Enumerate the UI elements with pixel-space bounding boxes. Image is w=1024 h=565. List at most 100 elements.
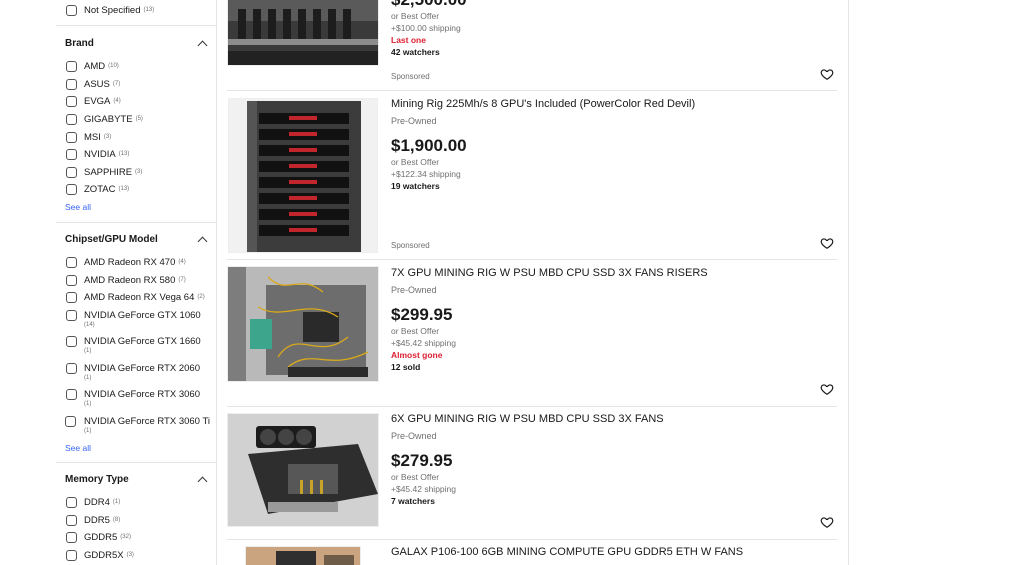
checkbox-icon[interactable] bbox=[65, 131, 77, 143]
listing-item[interactable]: GALAX P106-100 6GB MINING COMPUTE GPU GD… bbox=[227, 540, 837, 565]
checkbox-icon[interactable] bbox=[65, 309, 77, 321]
listing-title[interactable]: 6X GPU MINING RIG W PSU MBD CPU SSD 3X F… bbox=[391, 413, 664, 425]
filter-option-gddr5x[interactable]: GDDR5X (3) bbox=[65, 547, 134, 563]
filter-option-not-specified[interactable]: Not Specified (13) bbox=[65, 2, 154, 18]
sponsored-label: Sponsored bbox=[391, 241, 430, 250]
filter-option-ddr4[interactable]: DDR4 (1) bbox=[65, 494, 120, 510]
chevron-up-icon[interactable] bbox=[197, 40, 208, 50]
checkbox-icon[interactable] bbox=[65, 256, 77, 268]
checkbox-icon[interactable] bbox=[65, 531, 77, 543]
brand-see-all-link[interactable]: See all bbox=[65, 202, 91, 212]
checkbox-icon[interactable] bbox=[65, 4, 77, 16]
watchers-text: 42 watchers bbox=[391, 47, 440, 57]
checkbox-icon[interactable] bbox=[65, 362, 77, 374]
listing-title[interactable]: GALAX P106-100 6GB MINING COMPUTE GPU GD… bbox=[391, 546, 743, 558]
checkbox-icon[interactable] bbox=[65, 183, 77, 195]
filter-option-gtx-1660[interactable]: NVIDIA GeForce GTX 1660 bbox=[65, 333, 201, 349]
listing-price: $1,900.00 bbox=[391, 136, 467, 155]
listing-thumbnail[interactable] bbox=[227, 0, 379, 66]
checkbox-icon[interactable] bbox=[65, 496, 77, 508]
listing-thumbnail[interactable] bbox=[227, 413, 379, 527]
listing-item[interactable]: Mining Rig 225Mh/s 8 GPU's Included (Pow… bbox=[227, 91, 837, 259]
listing-item[interactable]: $2,500.00 or Best Offer +$100.00 shippin… bbox=[227, 0, 837, 90]
chevron-up-icon[interactable] bbox=[197, 476, 208, 486]
filter-option-evga[interactable]: EVGA (4) bbox=[65, 93, 121, 109]
filter-count: (13) bbox=[118, 186, 130, 192]
filter-label: NVIDIA GeForce RTX 3060 Ti bbox=[83, 415, 210, 427]
listing-title[interactable]: Mining Rig 225Mh/s 8 GPU's Included (Pow… bbox=[391, 98, 695, 110]
filter-option-amd[interactable]: AMD (10) bbox=[65, 58, 119, 74]
chevron-up-icon[interactable] bbox=[197, 236, 208, 246]
filter-label: AMD Radeon RX 470 bbox=[84, 256, 176, 268]
watchers-text: 7 watchers bbox=[391, 496, 435, 506]
listing-thumbnail[interactable] bbox=[228, 98, 378, 253]
listing-info: 6X GPU MINING RIG W PSU MBD CPU SSD 3X F… bbox=[391, 413, 664, 506]
filter-option-rx-470[interactable]: AMD Radeon RX 470 (4) bbox=[65, 254, 186, 270]
filter-option-asus[interactable]: ASUS (7) bbox=[65, 76, 120, 92]
listing-thumbnail[interactable] bbox=[227, 266, 379, 382]
listing-thumbnail[interactable] bbox=[245, 546, 361, 565]
checkbox-icon[interactable] bbox=[65, 415, 77, 427]
filter-option-rx-580[interactable]: AMD Radeon RX 580 (7) bbox=[65, 272, 186, 288]
checkbox-icon[interactable] bbox=[65, 78, 77, 90]
checkbox-icon[interactable] bbox=[65, 274, 77, 286]
heart-icon[interactable] bbox=[820, 382, 834, 396]
listing-info: $2,500.00 or Best Offer +$100.00 shippin… bbox=[391, 0, 467, 57]
filter-label: GDDR5 bbox=[84, 531, 118, 543]
mining-rig-image bbox=[228, 0, 378, 65]
checkbox-icon[interactable] bbox=[65, 148, 77, 160]
filter-option-rtx-3060[interactable]: NVIDIA GeForce RTX 3060 bbox=[65, 386, 200, 402]
listing-info: Mining Rig 225Mh/s 8 GPU's Included (Pow… bbox=[391, 98, 695, 191]
filter-option-rtx-2060[interactable]: NVIDIA GeForce RTX 2060 bbox=[65, 360, 200, 376]
filter-count: (14) bbox=[84, 322, 95, 328]
best-offer-text: or Best Offer bbox=[391, 326, 440, 336]
filter-label: NVIDIA GeForce RTX 3060 bbox=[84, 388, 200, 400]
heart-icon[interactable] bbox=[820, 515, 834, 529]
filter-count: (10) bbox=[108, 63, 119, 69]
filter-option-gtx-1060[interactable]: NVIDIA GeForce GTX 1060 bbox=[65, 307, 201, 323]
brand-section-header[interactable]: Brand bbox=[65, 38, 208, 50]
checkbox-icon[interactable] bbox=[65, 549, 77, 561]
filter-label: NVIDIA bbox=[84, 148, 116, 160]
checkbox-icon[interactable] bbox=[65, 335, 77, 347]
checkbox-icon[interactable] bbox=[65, 166, 77, 178]
listing-item[interactable]: 6X GPU MINING RIG W PSU MBD CPU SSD 3X F… bbox=[227, 407, 837, 539]
filter-label: AMD Radeon RX 580 bbox=[84, 274, 176, 286]
heart-icon[interactable] bbox=[820, 236, 834, 250]
filter-label: NVIDIA GeForce RTX 2060 bbox=[84, 362, 200, 374]
listing-title[interactable]: 7X GPU MINING RIG W PSU MBD CPU SSD 3X F… bbox=[391, 267, 708, 279]
filter-option-msi[interactable]: MSI (3) bbox=[65, 129, 111, 145]
section-title: Chipset/GPU Model bbox=[65, 234, 158, 245]
checkbox-icon[interactable] bbox=[65, 113, 77, 125]
filter-label: AMD bbox=[84, 60, 106, 72]
checkbox-icon[interactable] bbox=[65, 60, 77, 72]
listing-price: $2,500.00 bbox=[391, 0, 467, 10]
filter-sidebar: Not Specified (13) Brand AMD (10) ASUS (7)… bbox=[0, 0, 217, 565]
filter-count: (1) bbox=[84, 428, 92, 434]
filter-option-gddr5[interactable]: GDDR5 (32) bbox=[65, 529, 131, 545]
filter-count: (5) bbox=[135, 116, 143, 122]
best-offer-text: or Best Offer bbox=[391, 157, 440, 167]
filter-option-sapphire[interactable]: SAPPHIRE (3) bbox=[65, 164, 142, 180]
filter-label: Not Specified bbox=[84, 4, 141, 16]
filter-count: (3) bbox=[103, 134, 112, 140]
chipset-see-all-link[interactable]: See all bbox=[65, 443, 91, 453]
filter-option-zotac[interactable]: ZOTAC (13) bbox=[65, 181, 129, 197]
filter-count: (32) bbox=[120, 534, 131, 540]
checkbox-icon[interactable] bbox=[65, 388, 77, 400]
filter-option-rx-vega-64[interactable]: AMD Radeon RX Vega 64 (2) bbox=[65, 289, 205, 305]
checkbox-icon[interactable] bbox=[65, 291, 77, 303]
chipset-section-header[interactable]: Chipset/GPU Model bbox=[65, 234, 208, 246]
mining-rig-image bbox=[228, 414, 378, 526]
filter-label: SAPPHIRE bbox=[84, 166, 133, 178]
listing-item[interactable]: 7X GPU MINING RIG W PSU MBD CPU SSD 3X F… bbox=[227, 260, 837, 406]
checkbox-icon[interactable] bbox=[65, 514, 77, 526]
filter-option-ddr5[interactable]: DDR5 (8) bbox=[65, 512, 120, 528]
heart-icon[interactable] bbox=[820, 67, 834, 81]
filter-option-nvidia[interactable]: NVIDIA (13) bbox=[65, 146, 129, 162]
filter-option-rtx-3060-ti[interactable]: NVIDIA GeForce RTX 3060 Ti bbox=[65, 413, 210, 429]
checkbox-icon[interactable] bbox=[65, 95, 77, 107]
memory-section-header[interactable]: Memory Type bbox=[65, 474, 208, 486]
filter-option-gigabyte[interactable]: GIGABYTE (5) bbox=[65, 111, 143, 127]
filter-label: ZOTAC bbox=[84, 183, 116, 195]
